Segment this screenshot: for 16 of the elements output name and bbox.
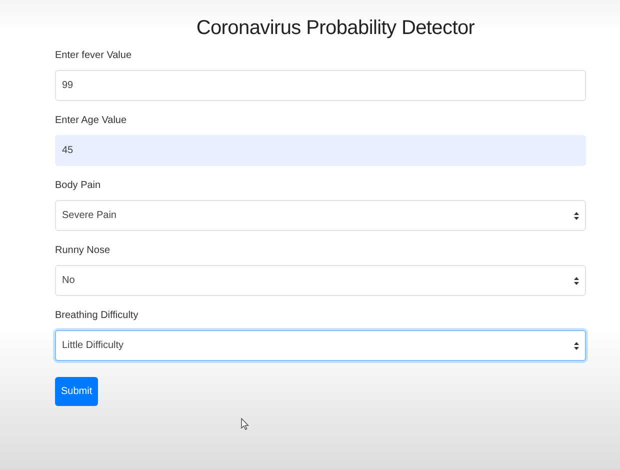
field-label: Runny Nose xyxy=(55,245,110,256)
select-caret-icon xyxy=(574,276,579,284)
field-label: Breathing Difficulty xyxy=(55,310,138,321)
select-caret-icon xyxy=(574,212,579,220)
mouse-pointer-icon xyxy=(241,418,249,430)
dropdown-field[interactable]: Severe Pain xyxy=(55,200,586,231)
field-label: Enter Age Value xyxy=(55,115,127,126)
submit-button[interactable]: Submit xyxy=(55,377,98,406)
page-title: Coronavirus Probability Detector xyxy=(196,17,475,40)
input-field[interactable]: 99 xyxy=(55,70,586,101)
dropdown-field[interactable]: No xyxy=(55,265,586,296)
dropdown-field[interactable]: Little Difficulty xyxy=(55,330,586,361)
field-label: Enter fever Value xyxy=(55,50,132,61)
select-caret-icon xyxy=(574,342,579,350)
field-label: Body Pain xyxy=(55,180,101,191)
input-field[interactable]: 45 xyxy=(55,135,586,166)
